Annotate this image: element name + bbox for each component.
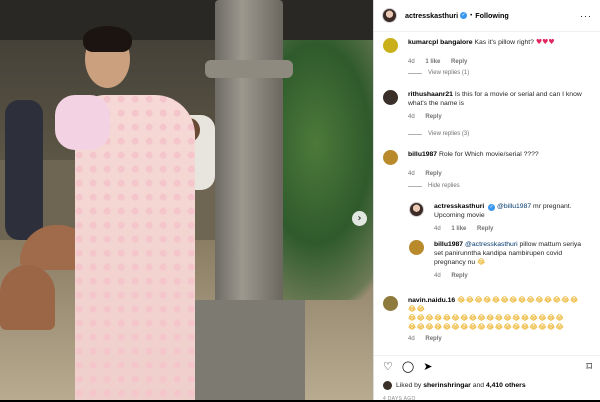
- post-actions: ♡ ◯ ➤ ⌑: [374, 355, 600, 377]
- verified-icon: ✓: [488, 204, 496, 211]
- photo-woman-blouse: [55, 95, 110, 150]
- heart-emoji: ♥♥♥: [535, 38, 555, 46]
- comment-meta: 4d Reply: [408, 171, 595, 177]
- laughing-emoji: 😂😂😂😂😂😂😂😂😂😂😂😂😂😂😂😂😂😂: [408, 323, 565, 331]
- reply-button[interactable]: Reply: [477, 226, 493, 232]
- comment-icon[interactable]: ◯: [402, 360, 414, 373]
- laughing-emoji: 😂😂😂😂😂😂😂😂😂😂😂😂😂😂😂😂😂😂: [408, 314, 565, 322]
- photo-elephant-statue: [0, 265, 55, 330]
- comment-text: Role for Which movie/serial ????: [438, 151, 539, 158]
- view-replies-label: View replies (3): [428, 131, 470, 137]
- reply-button[interactable]: Reply: [425, 114, 441, 120]
- commenter-avatar[interactable]: [383, 150, 398, 165]
- likes-others-link[interactable]: 4,410 others: [486, 382, 526, 389]
- following-button[interactable]: Following: [475, 11, 509, 20]
- reply-item: billu1987 @actresskasthuri pillow mattum…: [409, 240, 595, 279]
- reply-button[interactable]: Reply: [451, 59, 467, 65]
- comment-age: 4d: [408, 59, 415, 65]
- comment-meta: 4d Reply: [434, 273, 595, 279]
- laughing-emoji: 😂: [477, 258, 486, 266]
- comment-age: 4d: [434, 226, 441, 232]
- reply-button[interactable]: Reply: [451, 273, 467, 279]
- comment-age: 4d: [434, 273, 441, 279]
- likes-prefix: Liked by: [396, 382, 422, 389]
- separator: •: [470, 12, 473, 19]
- comment-username[interactable]: kumarcpl bangalore: [408, 39, 473, 46]
- verified-icon: ✓: [460, 12, 468, 19]
- comment-age: 4d: [408, 114, 415, 120]
- hide-replies-label: Hide replies: [428, 183, 460, 189]
- save-icon[interactable]: ⌑: [586, 360, 592, 373]
- comment-item: kumarcpl bangalore Kas it's pillow right…: [383, 38, 595, 65]
- likes-summary: Liked by sherinshringar and 4,410 others: [383, 381, 526, 390]
- mention-link[interactable]: @actresskasthuri: [465, 241, 518, 248]
- post-photo[interactable]: ›: [0, 0, 373, 400]
- view-replies-button[interactable]: View replies (3): [408, 131, 469, 137]
- comment-meta: 4d Reply: [408, 336, 595, 342]
- comment-username[interactable]: navin.naidu.16: [408, 297, 455, 304]
- post-header: actresskasthuri ✓ • Following ···: [374, 0, 600, 32]
- comment-item: billu1987 Role for Which movie/serial ??…: [383, 150, 595, 177]
- comment-age: 4d: [408, 336, 415, 342]
- comment-text: Kas it's pillow right?: [474, 39, 534, 46]
- reply-button[interactable]: Reply: [425, 171, 441, 177]
- like-icon[interactable]: ♡: [383, 360, 393, 373]
- hide-replies-button[interactable]: Hide replies: [408, 183, 460, 189]
- comment-meta: 4d 1 like Reply: [408, 59, 595, 65]
- view-replies-label: View replies (1): [428, 70, 470, 76]
- comment-age: 4d: [408, 171, 415, 177]
- photo-pillar-base: [195, 300, 305, 400]
- divider: [408, 133, 422, 135]
- comment-meta: 4d Reply: [408, 114, 595, 120]
- share-icon[interactable]: ➤: [423, 360, 432, 373]
- author-avatar[interactable]: [382, 8, 397, 23]
- comment-item: navin.naidu.16 😂😂😂😂😂😂😂😂😂😂😂😂😂😂😂😂 😂😂😂😂😂😂😂😂…: [383, 296, 595, 342]
- comment-meta: 4d 1 like Reply: [434, 226, 595, 232]
- author-username[interactable]: actresskasthuri: [405, 11, 458, 20]
- comments-panel: actresskasthuri ✓ • Following ··· kumarc…: [373, 0, 600, 402]
- divider: [408, 72, 422, 74]
- reply-item: actresskasthuri ✓ @billu1987 mr pregnant…: [409, 202, 595, 232]
- post-timestamp: 4 DAYS AGO: [383, 396, 416, 402]
- comment-like-count[interactable]: 1 like: [451, 226, 466, 232]
- next-arrow-icon[interactable]: ›: [352, 211, 367, 226]
- photo-woman-hair: [83, 26, 132, 52]
- reply-button[interactable]: Reply: [425, 336, 441, 342]
- comments-list: kumarcpl bangalore Kas it's pillow right…: [374, 32, 600, 354]
- photo-pillar-ring: [205, 60, 293, 78]
- commenter-avatar[interactable]: [409, 202, 424, 217]
- comment-username[interactable]: billu1987: [408, 151, 437, 158]
- post-viewer: › actresskasthuri ✓ • Following ··· kuma…: [0, 0, 600, 402]
- commenter-avatar[interactable]: [383, 38, 398, 53]
- comment-item: rithushaanr21 Is this for a movie or ser…: [383, 90, 595, 120]
- liker-username[interactable]: sherinshringar: [423, 382, 471, 389]
- photo-roof: [0, 0, 373, 40]
- comment-username[interactable]: rithushaanr21: [408, 91, 453, 98]
- comment-like-count[interactable]: 1 like: [425, 59, 440, 65]
- commenter-avatar[interactable]: [383, 90, 398, 105]
- comment-username[interactable]: actresskasthuri: [434, 203, 484, 210]
- divider: [408, 185, 422, 187]
- commenter-avatar[interactable]: [383, 296, 398, 311]
- photo-bystander: [5, 100, 43, 240]
- liker-avatar[interactable]: [383, 381, 392, 390]
- more-options-icon[interactable]: ···: [580, 11, 592, 21]
- mention-link[interactable]: @billu1987: [497, 203, 531, 210]
- comment-username[interactable]: billu1987: [434, 241, 463, 248]
- likes-conjunction: and: [472, 382, 485, 389]
- commenter-avatar[interactable]: [409, 240, 424, 255]
- view-replies-button[interactable]: View replies (1): [408, 70, 469, 76]
